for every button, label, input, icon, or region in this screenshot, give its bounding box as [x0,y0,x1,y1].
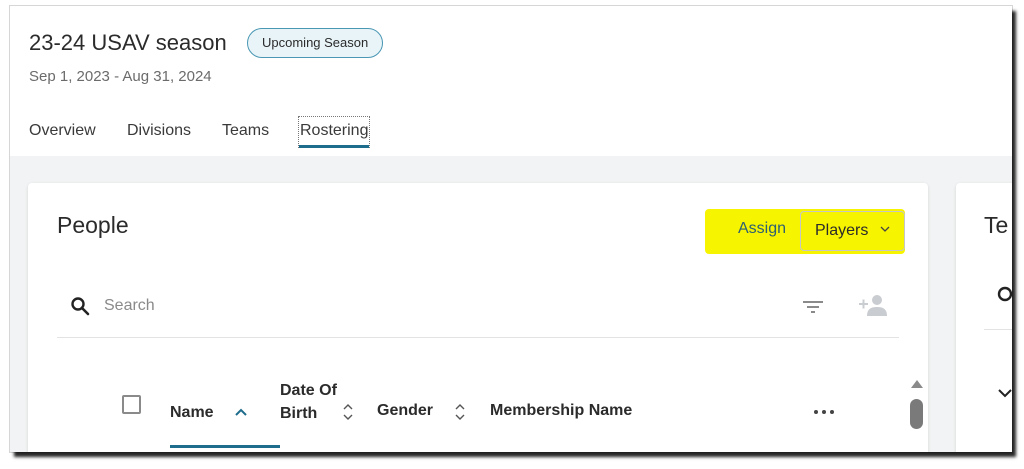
sort-both-icon[interactable] [343,403,353,421]
add-person-icon[interactable] [858,293,888,317]
sort-both-icon[interactable] [455,403,465,421]
tab-overview[interactable]: Overview [29,122,96,140]
column-header-gender[interactable]: Gender [377,402,433,420]
tab-teams[interactable]: Teams [222,122,269,140]
assign-type-dropdown[interactable]: Players [800,211,905,251]
select-all-checkbox[interactable] [122,395,141,414]
tab-rostering[interactable]: Rostering [298,116,371,148]
assign-type-value: Players [815,222,869,239]
assign-label: Assign [738,220,787,237]
app-window: 23-24 USAV season Upcoming Season Sep 1,… [10,6,1012,452]
search-icon [71,297,90,316]
column-header-membership-name[interactable]: Membership Name [490,402,632,420]
people-panel: People Assign Players Name [28,183,928,452]
chevron-down-icon[interactable] [998,388,1012,398]
more-icon[interactable] [813,409,835,415]
search-input[interactable] [104,293,504,319]
page-title: 23-24 USAV season [29,30,227,55]
teams-panel: Te [956,183,1012,452]
scrollbar-thumb[interactable] [910,399,923,429]
chevron-down-icon [880,226,890,232]
season-dates: Sep 1, 2023 - Aug 31, 2024 [29,68,212,85]
filter-icon[interactable] [802,299,824,315]
status-badge: Upcoming Season [247,28,384,58]
tab-divisions[interactable]: Divisions [127,122,191,140]
season-header: 23-24 USAV season Upcoming Season Sep 1,… [10,6,1012,156]
column-header-date-of-birth[interactable]: Date Of Birth [280,379,340,425]
search-icon [997,286,1012,302]
column-header-name[interactable]: Name [170,404,214,422]
sort-up-icon[interactable] [235,408,247,417]
panel-title: Te [984,212,1009,238]
scroll-up-arrow[interactable] [910,379,924,389]
active-sort-underline [170,445,280,448]
divider [57,337,899,338]
panel-title: People [57,212,129,238]
divider [984,329,1012,330]
